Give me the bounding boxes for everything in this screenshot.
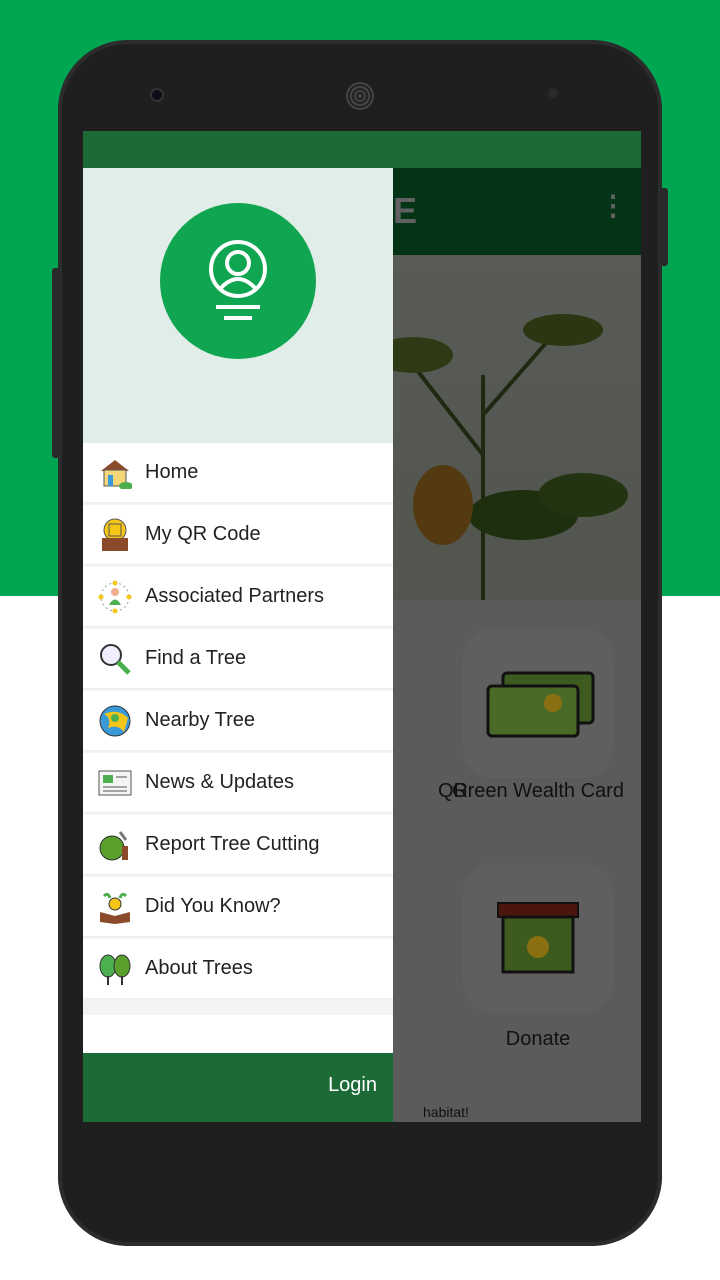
tile-green-wealth-card[interactable]: [463, 628, 613, 778]
tile-label-donate: Donate: [505, 1028, 571, 1050]
login-button[interactable]: Login: [83, 1053, 393, 1122]
drawer-item-about-trees[interactable]: About Trees: [83, 939, 393, 999]
volume-button: [52, 268, 60, 458]
drawer-item-label: Report Tree Cutting: [145, 833, 320, 855]
house-icon: [97, 455, 133, 491]
newspaper-icon: [97, 765, 133, 801]
magnifier-icon: [97, 641, 133, 677]
user-avatar-glyph: [209, 240, 267, 320]
tile-label-green-wealth-card: Green Wealth Card: [452, 780, 624, 802]
user-profile-icon[interactable]: [160, 203, 316, 359]
drawer-header: [83, 168, 393, 443]
drawer-item-label: Associated Partners: [145, 585, 324, 607]
status-bar: [83, 131, 641, 168]
drawer-item-home[interactable]: Home: [83, 443, 393, 503]
screen: E ⋮ QR Green Wealth Card Donate habitat!: [83, 131, 641, 1122]
drawer-item-associated-partners[interactable]: Associated Partners: [83, 567, 393, 627]
book-idea-icon: [97, 889, 133, 925]
partners-network-icon: [97, 579, 133, 615]
drawer-item-find-a-tree[interactable]: Find a Tree: [83, 629, 393, 689]
footer-tagline: habitat!: [423, 1104, 469, 1120]
drawer-item-label: My QR Code: [145, 523, 261, 545]
drawer-item-label: Home: [145, 461, 199, 483]
drawer-item-label: Find a Tree: [145, 647, 247, 669]
drawer-spacer: [83, 1015, 393, 1053]
qr-code-icon: [97, 517, 133, 553]
drawer-item-nearby-tree[interactable]: Nearby Tree: [83, 691, 393, 751]
sensor: [548, 88, 558, 98]
drawer-item-label: News & Updates: [145, 771, 294, 793]
drawer-item-my-qr-code[interactable]: My QR Code: [83, 505, 393, 565]
drawer-item-label: About Trees: [145, 957, 253, 979]
drawer-item-did-you-know[interactable]: Did You Know?: [83, 877, 393, 937]
trees-icon: [97, 951, 133, 987]
navigation-drawer: Home My QR Code Associated Partners Find…: [83, 168, 393, 1122]
card-icon: [486, 671, 595, 738]
tile-donate[interactable]: [463, 863, 613, 1013]
drawer-item-label: Nearby Tree: [145, 709, 256, 731]
drawer-item-label: Did You Know?: [145, 895, 281, 917]
front-camera: [150, 88, 164, 102]
power-button: [660, 188, 668, 266]
globe-pin-icon: [97, 703, 133, 739]
drawer-item-report-tree-cutting[interactable]: Report Tree Cutting: [83, 815, 393, 875]
speaker-grille: [346, 82, 374, 110]
drawer-item-news-updates[interactable]: News & Updates: [83, 753, 393, 813]
donate-box-icon: [497, 902, 579, 974]
tree-axe-icon: [97, 827, 133, 863]
